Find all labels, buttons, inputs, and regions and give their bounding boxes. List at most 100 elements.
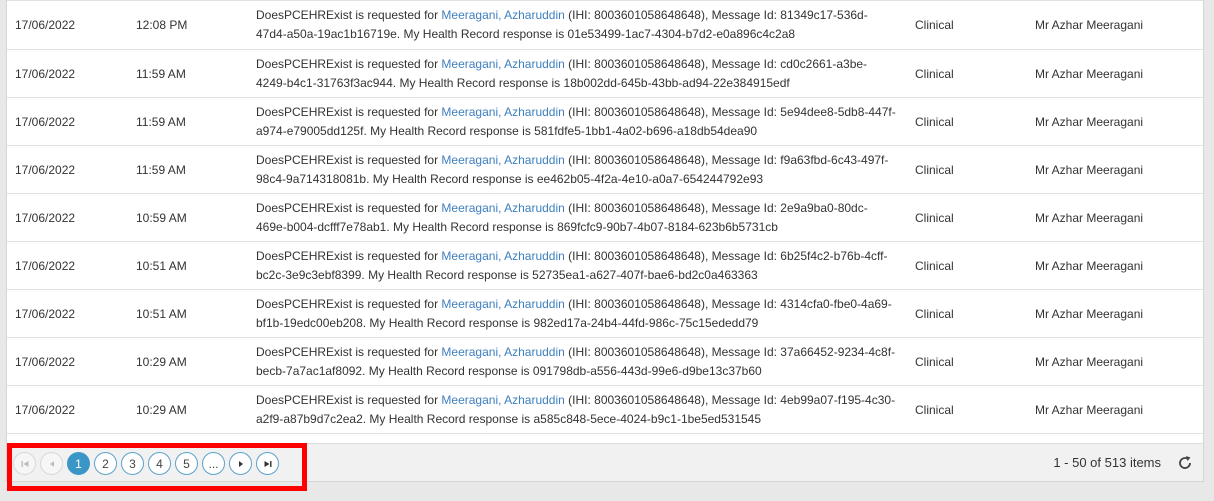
message-text: DoesPCEHRExist is requested for Meeragan…: [256, 6, 896, 44]
message-cell: DoesPCEHRExist is requested for Meeragan…: [256, 386, 896, 433]
patient-name-link[interactable]: Meeragani, Azharuddin: [441, 201, 564, 215]
user-cell: Mr Azhar Meeragani: [1035, 210, 1144, 225]
category-cell: Clinical: [915, 402, 954, 417]
table-row[interactable]: 17/06/2022 11:59 AM DoesPCEHRExist is requ…: [7, 98, 1203, 146]
table-row[interactable]: 17/06/2022 10:59 AM DoesPCEHRExist is requ…: [7, 194, 1203, 242]
message-cell: DoesPCEHRExist is requested for Meeragan…: [256, 50, 896, 97]
patient-name-link[interactable]: Meeragani, Azharuddin: [441, 393, 564, 407]
patient-name-link[interactable]: Meeragani, Azharuddin: [441, 105, 564, 119]
patient-name-link[interactable]: Meeragani, Azharuddin: [441, 57, 564, 71]
message-prefix: DoesPCEHRExist is requested for: [256, 200, 442, 215]
category-cell: Clinical: [915, 258, 954, 273]
next-page-icon: [238, 460, 243, 467]
user-cell: Mr Azhar Meeragani: [1035, 402, 1144, 417]
time-cell: 10:51 AM: [136, 258, 187, 273]
category-cell: Clinical: [915, 210, 954, 225]
message-prefix: DoesPCEHRExist is requested for: [256, 8, 442, 22]
message-prefix: DoesPCEHRExist is requested for: [256, 152, 442, 167]
patient-name-link[interactable]: Meeragani, Azharuddin: [441, 249, 564, 263]
date-cell: 17/06/2022: [15, 66, 76, 81]
table-row[interactable]: 17/06/2022 10:51 AM DoesPCEHRExist is requ…: [7, 290, 1203, 338]
user-cell: Mr Azhar Meeragani: [1035, 114, 1144, 129]
user-cell: Mr Azhar Meeragani: [1035, 66, 1144, 81]
page-2-button[interactable]: 2: [94, 452, 117, 475]
category-cell: Clinical: [915, 66, 954, 81]
table-row[interactable]: 17/06/2022 11:59 AM DoesPCEHRExist is requ…: [7, 50, 1203, 98]
date-cell: 17/06/2022: [15, 306, 76, 321]
table-row[interactable]: 17/06/2022 12:08 PM DoesPCEHRExist is requ…: [7, 0, 1203, 50]
message-prefix: DoesPCEHRExist is requested for: [256, 56, 442, 71]
message-prefix: DoesPCEHRExist is requested for: [256, 344, 442, 359]
date-cell: 17/06/2022: [15, 18, 76, 32]
grid-pager: 12345 ... 1 - 50 of 513 items: [7, 443, 1203, 491]
previous-page-icon: [49, 460, 54, 467]
first-page-icon: [21, 460, 28, 467]
patient-name-link[interactable]: Meeragani, Azharuddin: [441, 153, 564, 167]
last-page-icon: [264, 460, 271, 467]
message-cell: DoesPCEHRExist is requested for Meeragan…: [256, 1, 896, 49]
table-row[interactable]: 17/06/2022 10:29 AM DoesPCEHRExist is requ…: [7, 338, 1203, 386]
items-count-label: 1 - 50 of 513 items: [1053, 455, 1161, 470]
message-text: DoesPCEHRExist is requested for Meeragan…: [256, 247, 896, 285]
date-cell: 17/06/2022: [15, 258, 76, 273]
user-cell: Mr Azhar Meeragani: [1035, 162, 1144, 177]
patient-name-link[interactable]: Meeragani, Azharuddin: [441, 297, 564, 311]
time-cell: 12:08 PM: [136, 18, 188, 32]
date-cell: 17/06/2022: [15, 162, 76, 177]
grid-rows: 17/06/2022 12:08 PM DoesPCEHRExist is requ…: [7, 0, 1203, 443]
message-prefix: DoesPCEHRExist is requested for: [256, 248, 442, 263]
category-cell: Clinical: [915, 18, 954, 32]
table-row[interactable]: 17/06/2022 10:29 AM DoesPCEHRExist is requ…: [7, 386, 1203, 434]
message-cell: DoesPCEHRExist is requested for Meeragan…: [256, 98, 896, 145]
user-cell: Mr Azhar Meeragani: [1035, 18, 1144, 32]
date-cell: 17/06/2022: [15, 354, 76, 369]
user-cell: Mr Azhar Meeragani: [1035, 258, 1144, 273]
message-text: DoesPCEHRExist is requested for Meeragan…: [256, 391, 896, 429]
next-page-button[interactable]: [229, 452, 252, 475]
message-prefix: DoesPCEHRExist is requested for: [256, 392, 442, 407]
message-text: DoesPCEHRExist is requested for Meeragan…: [256, 199, 896, 237]
message-text: DoesPCEHRExist is requested for Meeragan…: [256, 151, 896, 189]
message-text: DoesPCEHRExist is requested for Meeragan…: [256, 55, 896, 93]
page-1-button[interactable]: 1: [67, 452, 90, 475]
message-text: DoesPCEHRExist is requested for Meeragan…: [256, 343, 896, 381]
date-cell: 17/06/2022: [15, 114, 76, 129]
time-cell: 10:29 AM: [136, 354, 187, 369]
message-cell: DoesPCEHRExist is requested for Meeragan…: [256, 194, 896, 241]
time-cell: 11:59 AM: [136, 114, 186, 129]
table-row[interactable]: 17/06/2022 10:51 AM DoesPCEHRExist is requ…: [7, 242, 1203, 290]
message-cell: DoesPCEHRExist is requested for Meeragan…: [256, 290, 896, 337]
message-cell: DoesPCEHRExist is requested for Meeragan…: [256, 338, 896, 385]
message-cell: DoesPCEHRExist is requested for Meeragan…: [256, 146, 896, 193]
refresh-icon: [1179, 456, 1191, 469]
patient-name-link[interactable]: Meeragani, Azharuddin: [441, 8, 564, 22]
category-cell: Clinical: [915, 354, 954, 369]
date-cell: 17/06/2022: [15, 402, 76, 417]
message-prefix: DoesPCEHRExist is requested for: [256, 296, 442, 311]
time-cell: 10:29 AM: [136, 402, 187, 417]
previous-page-button[interactable]: [40, 452, 63, 475]
page-5-button[interactable]: 5: [175, 452, 198, 475]
user-cell: Mr Azhar Meeragani: [1035, 354, 1144, 369]
message-text: DoesPCEHRExist is requested for Meeragan…: [256, 295, 896, 333]
time-cell: 11:59 AM: [136, 162, 186, 177]
page-3-button[interactable]: 3: [121, 452, 144, 475]
page-number-buttons: 12345: [67, 452, 198, 475]
refresh-button[interactable]: [1175, 453, 1195, 473]
pager-buttons: 12345 ...: [7, 443, 307, 491]
audit-log-grid: 17/06/2022 12:08 PM DoesPCEHRExist is requ…: [6, 0, 1204, 491]
date-cell: 17/06/2022: [15, 210, 76, 225]
message-prefix: DoesPCEHRExist is requested for: [256, 104, 442, 119]
last-page-button[interactable]: [256, 452, 279, 475]
page-4-button[interactable]: 4: [148, 452, 171, 475]
user-cell: Mr Azhar Meeragani: [1035, 306, 1144, 321]
category-cell: Clinical: [915, 306, 954, 321]
table-row[interactable]: 17/06/2022 11:59 AM DoesPCEHRExist is requ…: [7, 146, 1203, 194]
time-cell: 11:59 AM: [136, 66, 186, 81]
patient-name-link[interactable]: Meeragani, Azharuddin: [441, 345, 564, 359]
category-cell: Clinical: [915, 162, 954, 177]
more-pages-button[interactable]: ...: [202, 452, 225, 475]
first-page-button[interactable]: [13, 452, 36, 475]
category-cell: Clinical: [915, 114, 954, 129]
time-cell: 10:59 AM: [136, 210, 187, 225]
